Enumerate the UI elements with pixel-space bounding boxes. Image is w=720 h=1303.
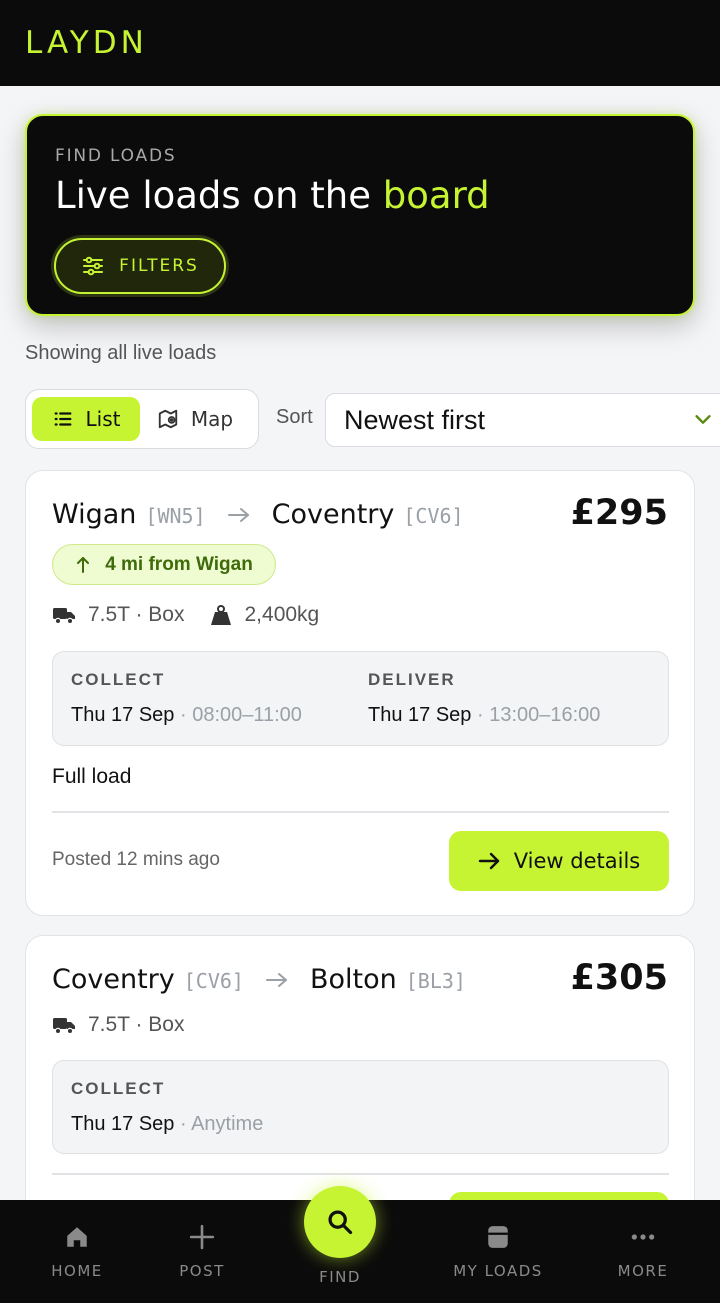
truck-icon [53,1018,75,1035]
nav-post-label: POST [179,1262,225,1280]
load-type: Full load [52,765,132,788]
nav-my-loads-label: MY LOADS [453,1262,543,1280]
sort-selected-value: Newest first [344,404,486,435]
find-loads-hero: FIND LOADS Live loads on the board FILTE… [25,114,695,316]
view-details-button[interactable]: View details [449,831,669,891]
app-header: LAYDN [0,0,720,86]
load-specs: 7.5T · Box 2,400kg [52,603,319,627]
load-weight: 2,400kg [244,603,320,626]
load-price: £305 [570,958,668,998]
arrow-right-icon [478,852,499,870]
view-details-label: View details [513,849,641,873]
deliver-time: · 13:00–16:00 [471,704,601,726]
collect-window: COLLECT Thu 17 Sep · Anytime [71,1079,263,1136]
route-arrow-icon [227,507,249,522]
deliver-date: Thu 17 Sep [368,704,472,726]
app-logo[interactable]: LAYDN [25,25,148,61]
list-view-tab[interactable]: List [32,397,140,441]
filters-button[interactable]: FILTERS [54,238,226,294]
deliver-heading: DELIVER [368,670,456,689]
collect-time: · 08:00–11:00 [174,704,302,726]
chevron-down-icon [695,415,711,424]
nav-my-loads[interactable]: MY LOADS [438,1224,558,1280]
load-route: Coventry [CV6] Bolton [BL3] [52,964,466,995]
load-card: Wigan [WN5] Coventry [CV6] £295 4 mi fro… [25,470,695,916]
destination-city: Coventry [271,499,395,530]
results-status-text: Showing all live loads [25,342,217,364]
origin-city: Wigan [52,499,137,530]
schedule-box: COLLECT Thu 17 Sep · 08:00–11:00 DELIVER… [52,651,669,746]
page-title-prefix: Live loads on the [55,174,383,217]
load-route: Wigan [WN5] Coventry [CV6] [52,499,464,530]
collect-heading: COLLECT [71,1079,166,1098]
collect-date: Thu 17 Sep [71,1113,175,1135]
nav-more[interactable]: MORE [583,1224,703,1280]
origin-postcode: [WN5] [145,504,206,528]
map-view-label: Map [190,407,234,431]
page-title: Live loads on the board [55,174,665,217]
weight-icon [210,605,231,625]
list-view-label: List [85,407,121,431]
list-icon [54,412,71,426]
destination-postcode: [CV6] [403,504,464,528]
map-view-tab[interactable]: Map [140,397,250,441]
collect-date: Thu 17 Sep [71,704,175,726]
deliver-window: DELIVER Thu 17 Sep · 13:00–16:00 [368,670,600,727]
schedule-box: COLLECT Thu 17 Sep · Anytime [52,1060,669,1154]
load-price: £295 [570,493,668,533]
destination-city: Bolton [309,964,397,995]
box-icon [488,1226,508,1248]
card-divider [52,811,669,813]
distance-badge-label: 4 mi from Wigan [105,553,253,575]
map-icon [158,409,178,429]
hero-kicker: FIND LOADS [55,146,177,166]
plus-icon [189,1224,215,1250]
nav-find-label: FIND [319,1268,361,1286]
vehicle-type: 7.5T · Box [88,1013,185,1036]
nav-post[interactable]: POST [142,1224,262,1280]
home-icon [67,1227,87,1247]
destination-postcode: [BL3] [405,969,466,993]
origin-postcode: [CV6] [183,969,244,993]
sliders-icon [83,256,104,276]
route-arrow-icon [265,972,287,987]
posted-time: Posted 12 mins ago [52,849,220,870]
nav-home[interactable]: HOME [17,1224,137,1280]
search-icon [328,1210,353,1235]
collect-window: COLLECT Thu 17 Sep · 08:00–11:00 [71,670,302,727]
vehicle-type: 7.5T · Box [88,603,185,626]
arrow-up-icon [77,556,90,573]
distance-badge: 4 mi from Wigan [52,544,276,585]
sort-select[interactable]: Newest first [325,393,720,447]
nav-find-button[interactable] [304,1186,376,1258]
load-specs: 7.5T · Box [52,1013,185,1037]
nav-home-label: HOME [51,1262,103,1280]
load-card: Coventry [CV6] Bolton [BL3] £305 7.5T · … [25,935,695,1235]
page-title-accent: board [382,174,490,217]
card-divider [52,1173,669,1175]
truck-icon [53,608,75,625]
sort-label: Sort [276,406,313,428]
origin-city: Coventry [52,964,175,995]
nav-more-label: MORE [617,1262,669,1280]
more-icon [631,1234,655,1240]
filters-button-label: FILTERS [119,256,199,276]
collect-time: · Anytime [174,1113,264,1135]
view-toggle: List Map [25,389,259,449]
collect-heading: COLLECT [71,670,166,689]
